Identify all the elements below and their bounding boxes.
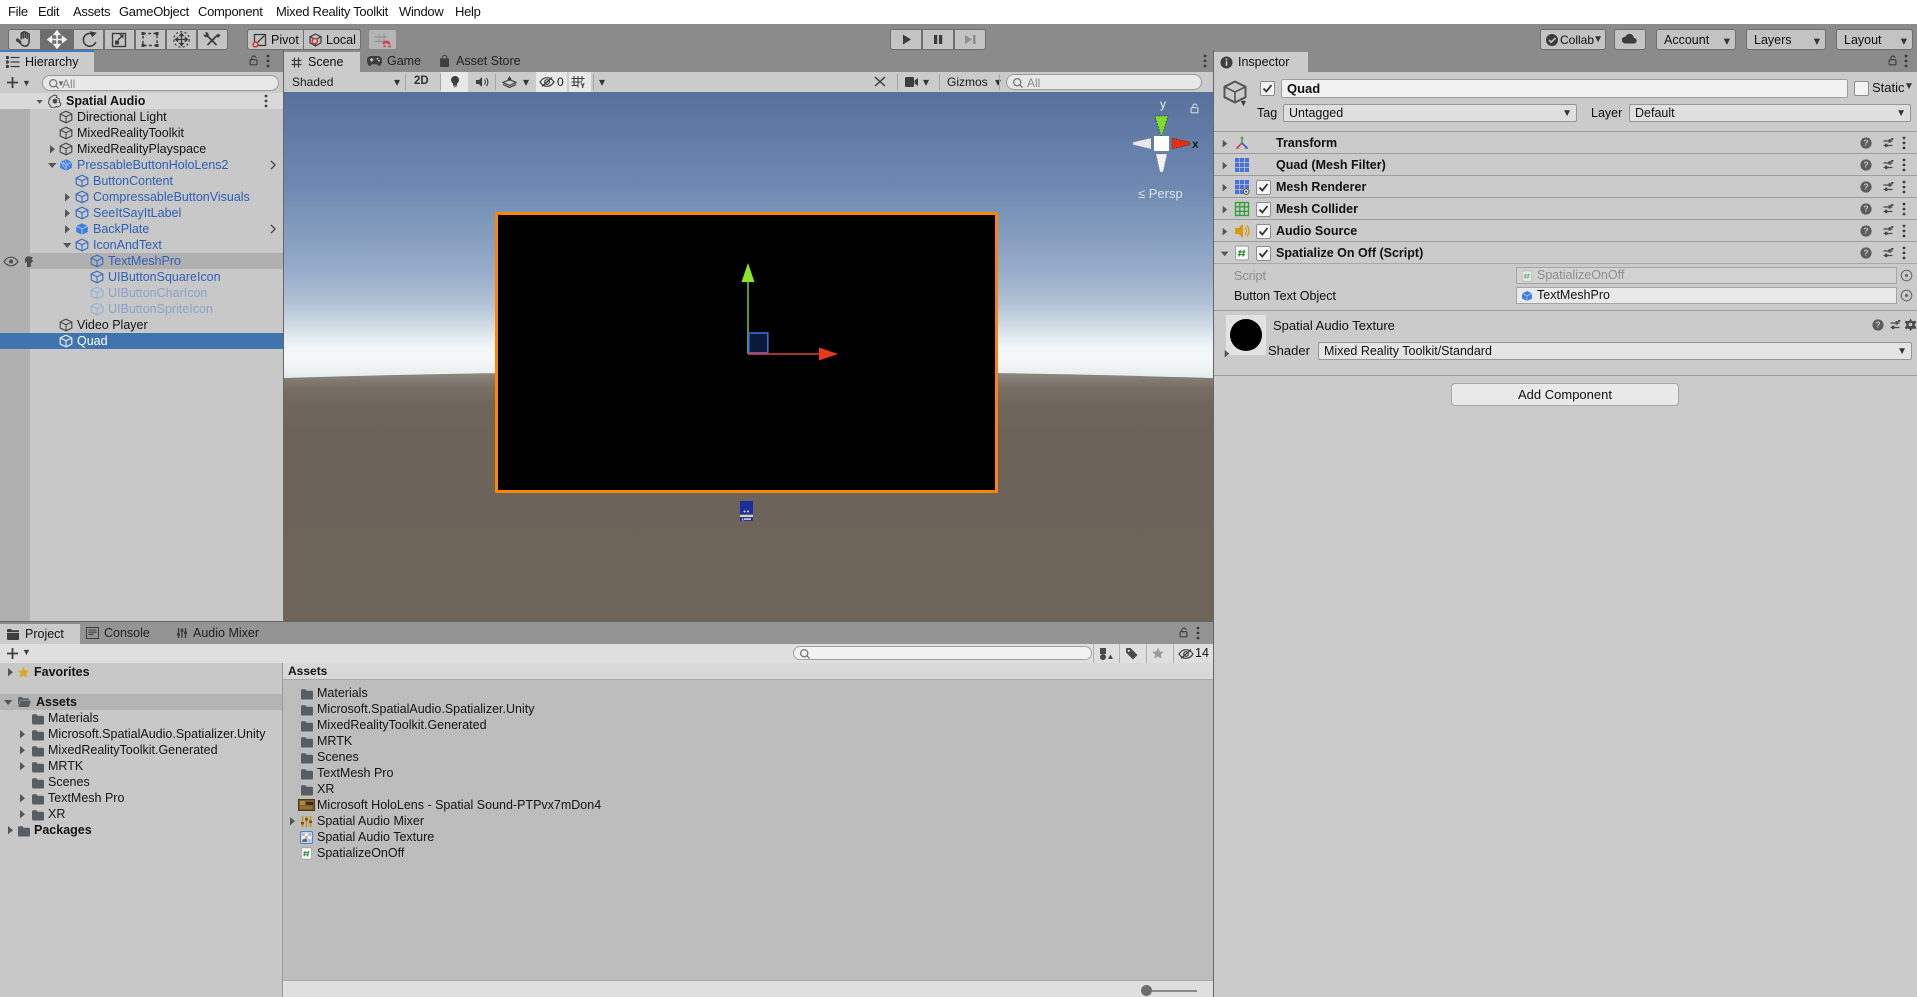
svg-text:x: x [1192, 137, 1198, 151]
svg-text:y: y [1160, 97, 1166, 111]
